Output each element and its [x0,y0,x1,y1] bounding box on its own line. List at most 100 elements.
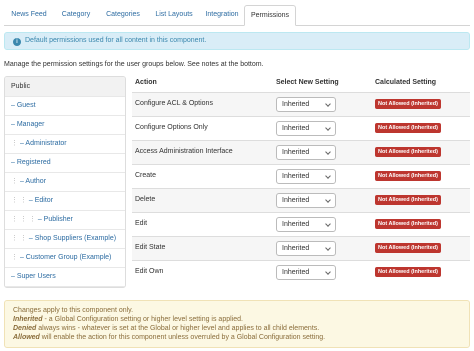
tab-category[interactable]: Category [56,5,96,26]
group-super-users[interactable]: – Super Users [5,267,125,287]
user-group-list: Public – Guest – Manager ⋮ – Administrat… [4,76,126,288]
group-label: – Super Users [11,273,56,280]
table-row: Edit State Inherited Not Allowed (Inheri… [132,236,470,260]
tab-list-layouts[interactable]: List Layouts [149,5,199,26]
action-label: Delete [135,196,156,203]
chevron-down-icon [325,173,331,179]
notes-line-1: Changes apply to this component only. [13,307,134,314]
group-label: – Editor [28,197,54,204]
select-value: Inherited [282,221,310,228]
notes-text: will enable the action for this componen… [39,334,326,341]
action-label: Access Administration Interface [135,148,233,155]
group-public[interactable]: Public [5,77,125,97]
action-label: Create [135,172,157,179]
chevron-down-icon [325,101,331,107]
notes-term: Inherited [13,316,43,323]
tree-indent: ⋮ ⋮ [11,197,27,204]
setting-select[interactable]: Inherited [276,121,336,136]
info-text: Default permissions used for all content… [25,37,207,44]
tree-indent: ⋮ [11,254,18,261]
group-customer-group[interactable]: ⋮ – Customer Group (Example) [5,248,125,268]
select-value: Inherited [282,245,310,252]
select-value: Inherited [282,101,310,108]
action-label: Edit [135,220,148,227]
tree-indent: ⋮ ⋮ [11,235,27,242]
setting-select[interactable]: Inherited [276,169,336,184]
group-author[interactable]: ⋮ – Author [5,172,125,192]
tab-news-feed[interactable]: News Feed [6,5,52,26]
calculated-badge: Not Allowed (Inherited) [375,219,441,229]
chevron-down-icon [325,245,331,251]
tab-integration[interactable]: Integration [200,5,244,26]
permission-notes: Changes apply to this component only. In… [4,300,470,348]
notes-line-4: Allowed will enable the action for this … [13,333,461,342]
calculated-badge: Not Allowed (Inherited) [375,195,441,205]
header-select-setting: Select New Setting [276,79,339,86]
select-value: Inherited [282,149,310,156]
notes-term: Allowed [13,334,40,341]
group-label: – Registered [11,159,51,166]
group-registered[interactable]: – Registered [5,153,125,173]
chevron-down-icon [325,221,331,227]
group-label: – Administrator [19,140,67,147]
calculated-badge: Not Allowed (Inherited) [375,147,441,157]
notes-text: always wins - whatever is set at the Glo… [36,325,320,332]
group-editor[interactable]: ⋮ ⋮ – Editor [5,191,125,211]
setting-select[interactable]: Inherited [276,97,336,112]
intro-text: Manage the permission settings for the u… [4,61,264,68]
group-label: – Guest [11,102,36,109]
action-label: Configure ACL & Options [135,100,213,107]
tab-permissions[interactable]: Permissions [244,5,296,26]
chevron-down-icon [325,149,331,155]
group-manager[interactable]: – Manager [5,115,125,135]
select-value: Inherited [282,125,310,132]
table-row: Edit Own Inherited Not Allowed (Inherite… [132,260,470,284]
tree-indent: ⋮ ⋮ ⋮ [11,216,36,223]
setting-select[interactable]: Inherited [276,265,336,280]
calculated-badge: Not Allowed (Inherited) [375,243,441,253]
group-label: – Shop Suppliers (Example) [28,235,117,242]
calculated-badge: Not Allowed (Inherited) [375,267,441,277]
table-row: Access Administration Interface Inherite… [132,140,470,164]
table-row: Edit Inherited Not Allowed (Inherited) [132,212,470,236]
tree-indent: ⋮ [11,140,18,147]
group-label: – Author [19,178,47,185]
table-row: Delete Inherited Not Allowed (Inherited) [132,188,470,212]
group-label: Public [11,83,31,90]
header-action: Action [135,79,157,86]
setting-select[interactable]: Inherited [276,241,336,256]
group-publisher[interactable]: ⋮ ⋮ ⋮ – Publisher [5,210,125,230]
chevron-down-icon [325,269,331,275]
notes-line-3: Denied always wins - whatever is set at … [13,324,461,333]
action-label: Configure Options Only [135,124,208,131]
table-row: Configure ACL & Options Inherited Not Al… [132,92,470,116]
tab-categories[interactable]: Categories [100,5,146,26]
action-label: Edit State [135,244,166,251]
calculated-badge: Not Allowed (Inherited) [375,99,441,109]
group-shop-suppliers[interactable]: ⋮ ⋮ – Shop Suppliers (Example) [5,229,125,249]
info-alert: i Default permissions used for all conten… [4,32,470,50]
calculated-badge: Not Allowed (Inherited) [375,171,441,181]
setting-select[interactable]: Inherited [276,217,336,232]
group-guest[interactable]: – Guest [5,96,125,116]
calculated-badge: Not Allowed (Inherited) [375,123,441,133]
header-calculated-setting: Calculated Setting [375,79,437,86]
setting-select[interactable]: Inherited [276,145,336,160]
chevron-down-icon [325,125,331,131]
select-value: Inherited [282,269,310,276]
group-label: – Publisher [37,216,73,223]
notes-term: Denied [13,325,37,332]
group-label: – Customer Group (Example) [19,254,112,261]
group-label: – Manager [11,121,45,128]
info-icon: i [13,38,21,46]
table-row: Create Inherited Not Allowed (Inherited) [132,164,470,188]
chevron-down-icon [325,197,331,203]
table-row: Configure Options Only Inherited Not All… [132,116,470,140]
tree-indent: ⋮ [11,178,18,185]
select-value: Inherited [282,173,310,180]
setting-select[interactable]: Inherited [276,193,336,208]
tab-bar: News Feed Category Categories List Layou… [4,4,470,26]
group-administrator[interactable]: ⋮ – Administrator [5,134,125,154]
select-value: Inherited [282,197,310,204]
notes-text: - a Global Configuration setting or high… [42,316,243,323]
